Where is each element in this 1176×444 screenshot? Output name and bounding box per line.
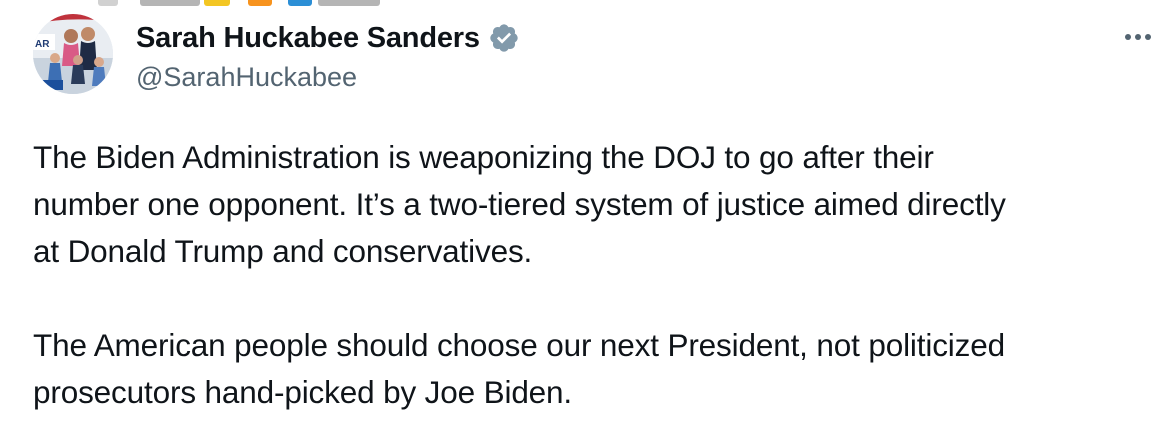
- tweet-line: at Donald Trump and conservatives.: [33, 233, 533, 269]
- tweet-paragraph: The Biden Administration is weaponizing …: [33, 134, 1153, 275]
- name-row: Sarah Huckabee Sanders: [136, 18, 1116, 58]
- tweet-line: number one opponent. It’s a two-tiered s…: [33, 186, 1006, 222]
- tweet: AR Sarah Huckabee Sanders @SarahHuckabee…: [0, 0, 1176, 444]
- tweet-line: prosecutors hand-picked by Joe Biden.: [33, 374, 573, 410]
- avatar[interactable]: AR: [33, 14, 113, 94]
- avatar-sign-text: AR: [35, 39, 50, 50]
- verified-badge-icon[interactable]: [488, 22, 520, 54]
- tweet-header: Sarah Huckabee Sanders @SarahHuckabee: [136, 18, 1116, 93]
- tweet-paragraph: The American people should choose our ne…: [33, 322, 1153, 416]
- more-options-icon[interactable]: [1118, 22, 1158, 52]
- avatar-photo: AR: [33, 14, 113, 94]
- tweet-line: The Biden Administration is weaponizing …: [33, 139, 934, 175]
- display-name[interactable]: Sarah Huckabee Sanders: [136, 22, 480, 55]
- tweet-line: The American people should choose our ne…: [33, 327, 1005, 363]
- user-handle[interactable]: @SarahHuckabee: [136, 62, 1116, 93]
- tweet-text: The Biden Administration is weaponizing …: [33, 134, 1153, 416]
